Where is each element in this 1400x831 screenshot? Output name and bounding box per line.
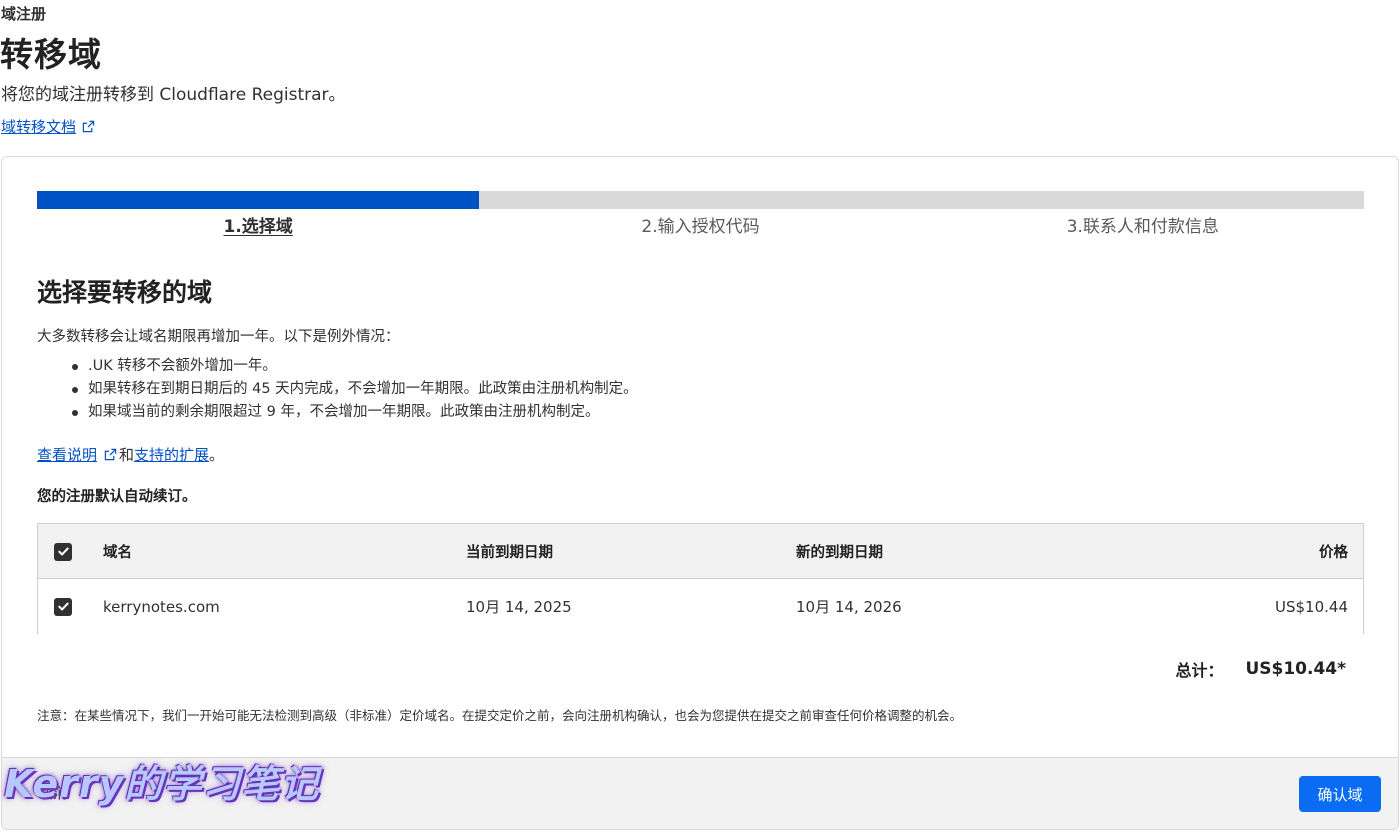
breadcrumb: 域注册 [1,5,47,23]
select-all-checkbox[interactable] [54,542,72,561]
help-links: 查看说明 和 支持的扩展 。 [37,444,224,465]
step-enter-auth-code: 2.输入授权代码 [641,217,760,237]
header-domain: 域名 [103,545,132,561]
header-new-expiry: 新的到期日期 [796,545,883,561]
row-checkbox[interactable] [54,597,72,616]
section-title: 选择要转移的域 [37,278,213,307]
step-progress-fill [37,191,479,209]
total-label: 总计： [1175,661,1224,680]
transfer-docs-link-label: 域转移文档 [1,118,77,136]
cancel-button[interactable]: 取消 [38,782,68,803]
step-contact-payment: 3.联系人和付款信息 [1066,217,1219,237]
transfer-domain-page: 域注册 转移域 将您的域注册转移到 Cloudflare Registrar。 … [0,0,1400,831]
page-description: 将您的域注册转移到 Cloudflare Registrar。 [1,85,346,105]
header-current-expiry: 当前到期日期 [466,545,553,561]
list-item: 如果域当前的剩余期限超过 9 年，不会增加一年期限。此政策由注册机构制定。 [72,401,638,424]
list-item: 如果转移在到期日期后的 45 天内完成，不会增加一年期限。此政策由注册机构制定。 [72,378,638,401]
table-header: 域名 当前到期日期 新的到期日期 价格 [38,524,1363,579]
external-link-icon [104,448,117,461]
view-notes-link[interactable]: 查看说明 [37,444,97,465]
section-intro: 大多数转移会让域名期限再增加一年。以下是例外情况： [37,329,400,345]
table-row: kerrynotes.com 10月 14, 2025 10月 14, 2026… [38,579,1363,634]
supported-extensions-link[interactable]: 支持的扩展 [134,444,209,465]
exceptions-list: .UK 转移不会额外增加一年。 如果转移在到期日期后的 45 天内完成，不会增加… [72,355,638,424]
transfer-docs-link[interactable]: 域转移文档 [1,116,95,137]
row-domain: kerrynotes.com [103,597,220,616]
step-progress-bar [37,191,1364,209]
auto-renew-notice: 您的注册默认自动续订。 [37,489,197,505]
total-value: US$10.44* [1245,659,1346,679]
check-icon [57,547,69,556]
domains-table: 域名 当前到期日期 新的到期日期 价格 kerrynotes.com 10月 1… [37,523,1364,634]
row-price: US$10.44 [1275,597,1348,616]
page-title: 转移域 [0,35,102,74]
row-new-expiry: 10月 14, 2026 [796,598,902,616]
header-price: 价格 [1319,545,1348,561]
card-footer: 取消 确认域 [2,757,1398,829]
link-joiner: 和 [119,446,135,464]
link-suffix: 。 [209,446,225,464]
transfer-card: 1.选择域 2.输入授权代码 3.联系人和付款信息 选择要转移的域 大多数转移会… [1,156,1399,830]
check-icon [57,602,69,611]
step-select-domain: 1.选择域 [223,217,293,237]
external-link-icon [82,120,95,133]
total-summary: 总计： US$10.44* [1175,657,1346,681]
row-select-cell [54,579,72,634]
confirm-domain-button[interactable]: 确认域 [1299,776,1381,812]
premium-pricing-note: 注意：在某些情况下，我们一开始可能无法检测到高级（非标准）定价域名。在提交定价之… [37,708,963,723]
row-current-expiry: 10月 14, 2025 [466,598,572,616]
select-all-cell [54,524,72,579]
list-item: .UK 转移不会额外增加一年。 [72,355,638,378]
